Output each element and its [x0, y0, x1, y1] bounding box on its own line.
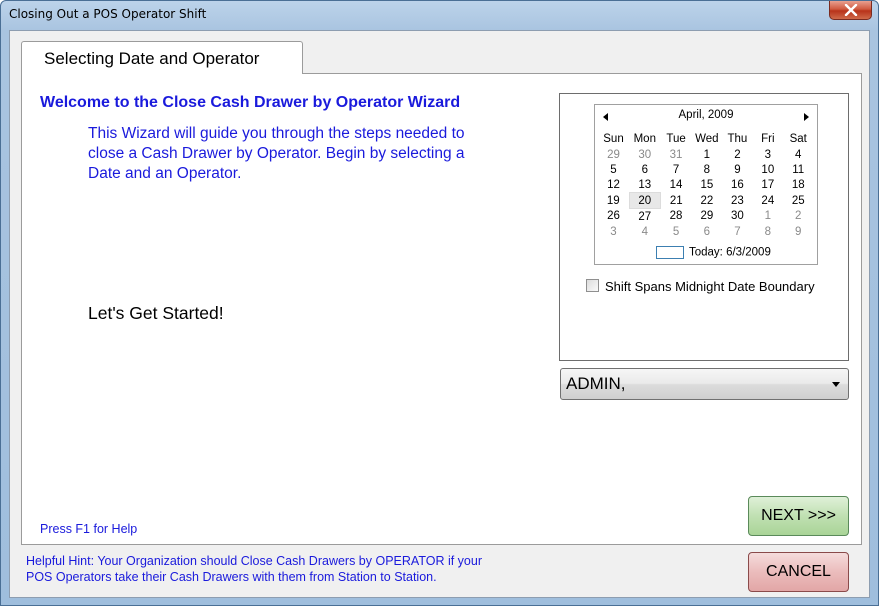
calendar-day[interactable]: 1 — [692, 147, 723, 162]
helpful-hint-line-2: POS Operators take their Cash Drawers wi… — [26, 570, 437, 584]
calendar-day[interactable]: 8 — [753, 224, 783, 239]
calendar-day[interactable]: 5 — [661, 224, 692, 239]
calendar-day[interactable]: 12 — [598, 177, 629, 193]
calendar-day[interactable]: 5 — [598, 162, 629, 177]
date-selection-group: April, 2009 Sun Mon Tue Wed Thu Fri Sat … — [559, 93, 849, 361]
calendar-day[interactable]: 27 — [629, 209, 661, 225]
close-icon — [844, 4, 858, 16]
calendar-week: 12 13 14 15 16 17 18 — [598, 177, 814, 193]
calendar-day[interactable]: 29 — [598, 147, 629, 162]
helpful-hint: Helpful Hint: Your Organization should C… — [26, 553, 586, 585]
calendar-month-label: April, 2009 — [678, 109, 734, 121]
tab-panel: Welcome to the Close Cash Drawer by Oper… — [21, 73, 862, 545]
shift-spans-midnight-checkbox[interactable] — [586, 279, 599, 292]
operator-select[interactable]: ADMIN, — [560, 368, 849, 400]
chevron-down-icon — [832, 382, 840, 387]
calendar-week: 3 4 5 6 7 8 9 — [598, 224, 814, 239]
calendar-day[interactable]: 30 — [629, 147, 661, 162]
day-name: Tue — [666, 133, 686, 145]
wizard-heading: Welcome to the Close Cash Drawer by Oper… — [40, 94, 461, 111]
day-name: Wed — [695, 133, 719, 145]
calendar-day[interactable]: 21 — [661, 193, 692, 209]
calendar-day[interactable]: 28 — [661, 209, 692, 225]
calendar-day[interactable]: 2 — [722, 147, 753, 162]
shift-spans-midnight-option[interactable]: Shift Spans Midnight Date Boundary — [586, 279, 815, 294]
f1-help-text: Press F1 for Help — [40, 522, 138, 536]
calendar-week: 19 20 21 22 23 24 25 — [598, 192, 814, 209]
calendar-today-label: Today: 6/3/2009 — [689, 246, 771, 259]
calendar-day[interactable]: 7 — [661, 162, 692, 177]
calendar-day[interactable]: 10 — [753, 162, 783, 177]
calendar-day[interactable]: 9 — [783, 224, 814, 239]
calendar-day[interactable]: 11 — [783, 162, 814, 177]
calendar-day[interactable]: 6 — [629, 162, 661, 177]
next-button[interactable]: NEXT >>> — [748, 496, 849, 536]
wizard-intro-text: This Wizard will guide you through the s… — [88, 125, 465, 182]
today-marker-icon — [656, 246, 684, 259]
calendar-day[interactable]: 15 — [692, 177, 723, 193]
calendar-week: 5 6 7 8 9 10 11 — [598, 162, 814, 177]
calendar-day[interactable]: 9 — [722, 162, 753, 177]
calendar-week: 29 30 31 1 2 3 4 — [598, 147, 814, 162]
calendar-day[interactable]: 19 — [598, 193, 629, 209]
calendar-day[interactable]: 14 — [661, 177, 692, 193]
day-name: Fri — [761, 133, 775, 145]
calendar-day[interactable]: 23 — [722, 193, 753, 209]
close-window-button[interactable] — [829, 1, 872, 20]
calendar-day[interactable]: 4 — [783, 147, 814, 162]
day-name: Sat — [789, 133, 807, 145]
calendar-today-link[interactable]: Today: 6/3/2009 — [656, 246, 771, 260]
day-name: Mon — [633, 133, 656, 145]
calendar-day[interactable]: 24 — [753, 193, 783, 209]
calendar-day-names: Sun Mon Tue Wed Thu Fri Sat — [598, 131, 814, 147]
calendar-day[interactable]: 31 — [661, 147, 692, 162]
calendar-day[interactable]: 29 — [692, 209, 723, 225]
day-name: Thu — [727, 133, 748, 145]
tab-label: Selecting Date and Operator — [44, 49, 260, 68]
calendar-grid: Sun Mon Tue Wed Thu Fri Sat 29 30 31 1 2… — [598, 131, 814, 239]
calendar-day[interactable]: 8 — [692, 162, 723, 177]
title-bar[interactable]: Closing Out a POS Operator Shift — [1, 1, 878, 29]
lets-get-started-text: Let's Get Started! — [88, 303, 224, 323]
calendar-day[interactable]: 18 — [783, 177, 814, 193]
calendar-day-selected[interactable]: 20 — [628, 192, 662, 209]
calendar-day[interactable]: 25 — [783, 193, 814, 209]
calendar-day[interactable]: 2 — [783, 209, 814, 225]
day-name: Sun — [603, 133, 624, 145]
calendar-day[interactable]: 17 — [753, 177, 783, 193]
calendar-day[interactable]: 4 — [629, 224, 661, 239]
window-title: Closing Out a POS Operator Shift — [9, 7, 207, 21]
helpful-hint-line-1: Helpful Hint: Your Organization should C… — [26, 554, 482, 568]
calendar-day[interactable]: 13 — [629, 177, 661, 193]
calendar-day[interactable]: 16 — [722, 177, 753, 193]
client-area: Selecting Date and Operator Welcome to t… — [9, 30, 870, 598]
operator-select-value: ADMIN, — [566, 374, 626, 393]
cancel-button[interactable]: CANCEL — [748, 552, 849, 592]
calendar-week: 26 27 28 29 30 1 2 — [598, 209, 814, 225]
tab-selecting-date-operator[interactable]: Selecting Date and Operator — [21, 41, 303, 74]
calendar-next-month-icon[interactable] — [800, 111, 812, 123]
calendar-day[interactable]: 26 — [598, 209, 629, 225]
calendar-day[interactable]: 3 — [598, 224, 629, 239]
calendar-day[interactable]: 3 — [753, 147, 783, 162]
calendar-day[interactable]: 6 — [692, 224, 723, 239]
calendar-day[interactable]: 30 — [722, 209, 753, 225]
calendar-day[interactable]: 1 — [753, 209, 783, 225]
shift-spans-midnight-label: Shift Spans Midnight Date Boundary — [605, 279, 815, 294]
calendar-day[interactable]: 7 — [722, 224, 753, 239]
month-calendar[interactable]: April, 2009 Sun Mon Tue Wed Thu Fri Sat … — [594, 104, 818, 265]
calendar-prev-month-icon[interactable] — [600, 111, 612, 123]
wizard-window: Closing Out a POS Operator Shift Selecti… — [0, 0, 879, 606]
calendar-day[interactable]: 22 — [692, 193, 723, 209]
